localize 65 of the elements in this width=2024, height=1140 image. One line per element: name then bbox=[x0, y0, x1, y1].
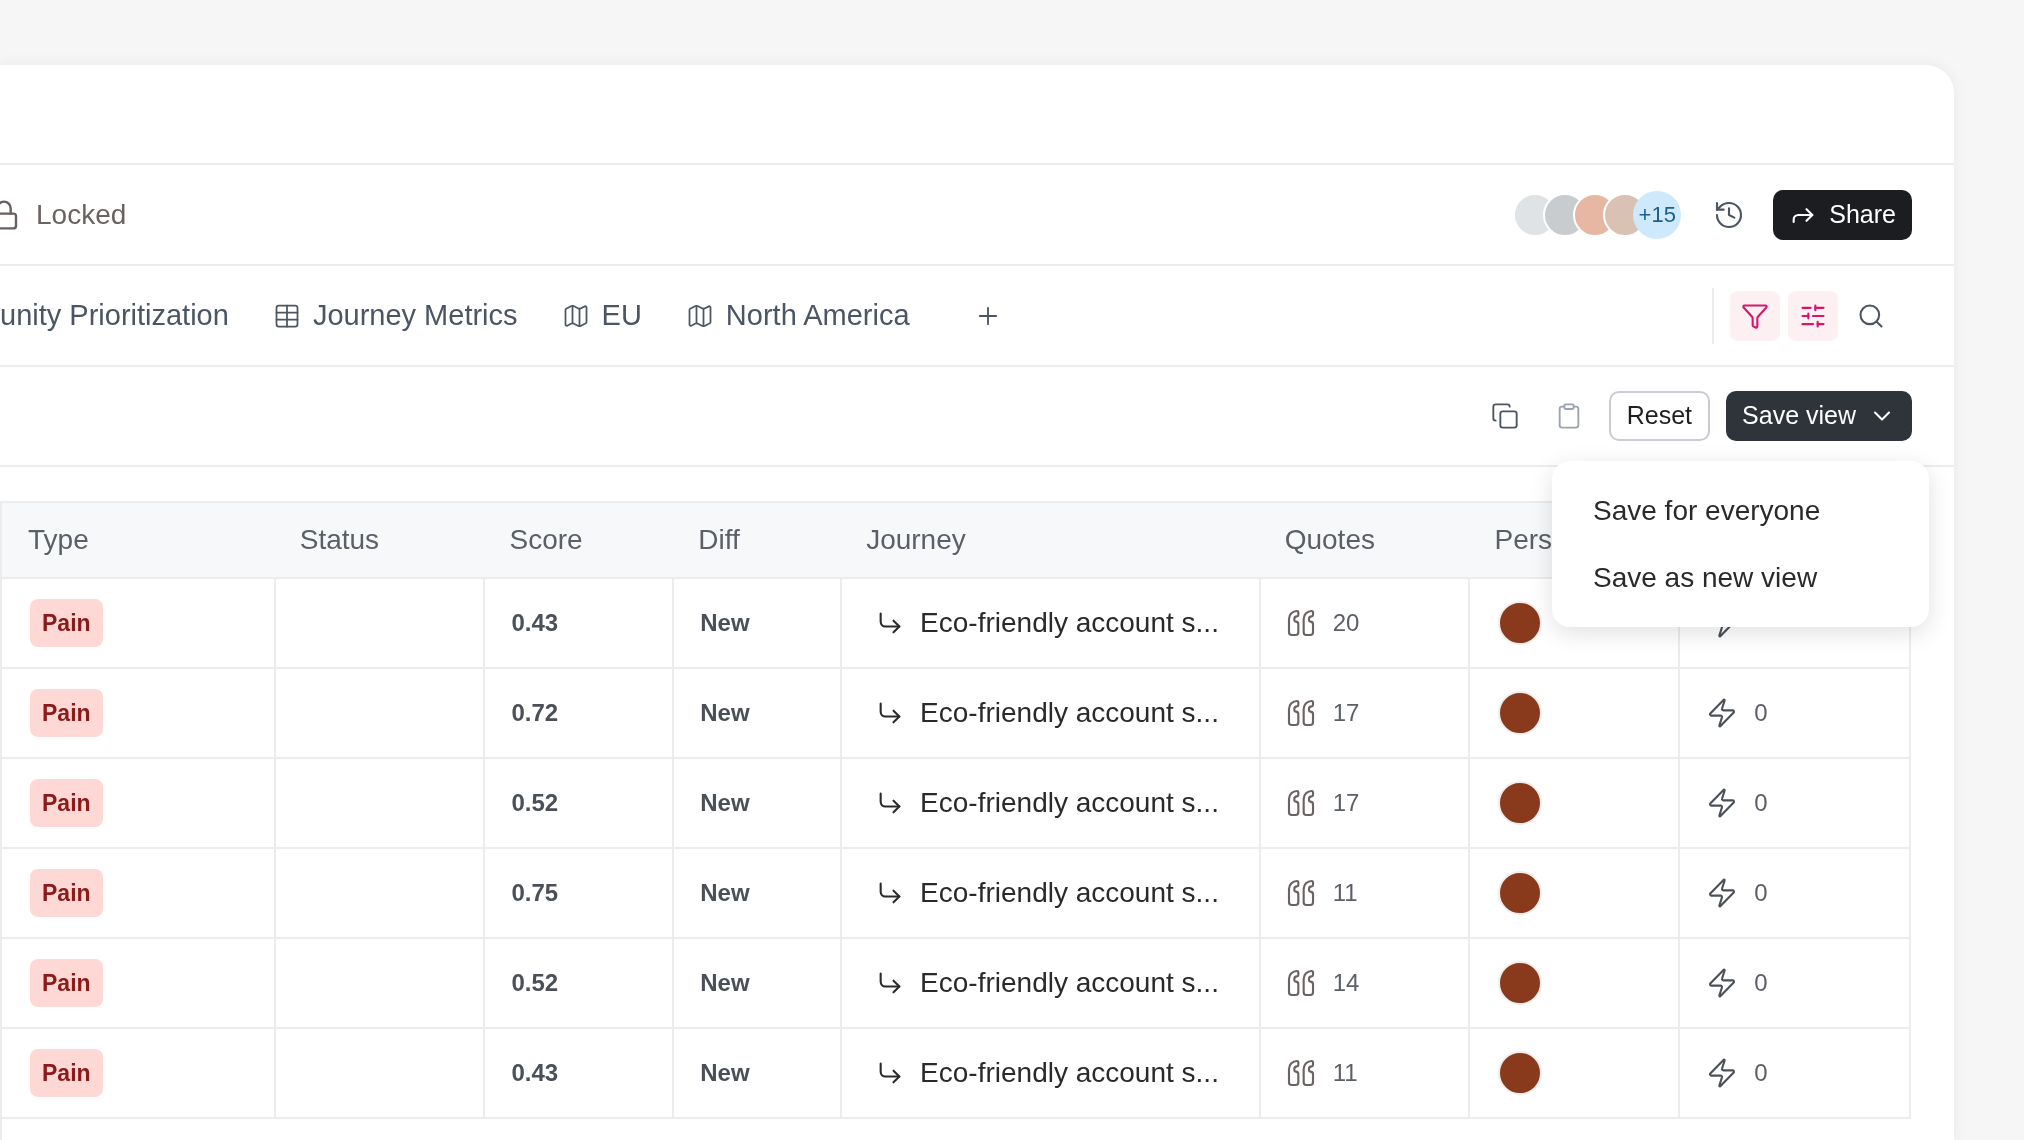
column-header: Diff bbox=[698, 523, 740, 557]
journey-link[interactable]: Eco-friendly account s... bbox=[920, 872, 1219, 914]
journey-link[interactable]: Eco-friendly account s... bbox=[920, 602, 1219, 644]
reaction-count: 0 bbox=[1754, 1058, 1768, 1088]
type-tag: Pain bbox=[30, 959, 103, 1007]
share-button[interactable]: Share bbox=[1773, 189, 1912, 240]
quote-count: 17 bbox=[1332, 698, 1360, 728]
menu-item[interactable]: Save for everyone bbox=[1552, 477, 1929, 544]
type-tag: Pain bbox=[30, 689, 103, 737]
score-cell-text: 0.72 bbox=[511, 698, 559, 728]
persona-avatar[interactable] bbox=[1498, 1051, 1543, 1095]
quote-count: 20 bbox=[1332, 608, 1360, 638]
quote-count: 14 bbox=[1332, 968, 1360, 998]
score-cell-text: 0.43 bbox=[511, 1058, 559, 1088]
column-header: Pers bbox=[1494, 523, 1553, 557]
diff-cell-text: New bbox=[700, 968, 750, 998]
score-cell-text: 0.75 bbox=[511, 878, 559, 908]
persona-avatar[interactable] bbox=[1498, 781, 1543, 825]
quote-count: 11 bbox=[1332, 878, 1358, 908]
score-cell-text: 0.43 bbox=[511, 608, 559, 638]
reset-button[interactable]: Reset bbox=[1608, 391, 1711, 441]
filter-icon bbox=[1741, 301, 1769, 330]
reaction-count: 0 bbox=[1754, 788, 1768, 818]
diff-cell-text: New bbox=[700, 878, 750, 908]
journey-link[interactable]: Eco-friendly account s... bbox=[920, 962, 1219, 1004]
menu-item[interactable]: Save as new view bbox=[1552, 544, 1929, 611]
persona-avatar[interactable] bbox=[1498, 871, 1543, 915]
sliders-icon bbox=[1799, 301, 1827, 330]
view-tab[interactable]: Journey Metrics bbox=[272, 293, 518, 338]
quote-count: 11 bbox=[1332, 1058, 1358, 1088]
journey-link[interactable]: Eco-friendly account s... bbox=[920, 782, 1219, 824]
column-header: Status bbox=[299, 523, 380, 557]
search-icon bbox=[1857, 301, 1885, 330]
view-tab[interactable]: EU bbox=[561, 293, 642, 338]
column-header: Quotes bbox=[1284, 523, 1375, 557]
journey-link[interactable]: Eco-friendly account s... bbox=[920, 692, 1219, 734]
view-tab[interactable]: North America bbox=[685, 293, 910, 338]
column-header: Score bbox=[509, 523, 583, 557]
type-tag: Pain bbox=[30, 599, 103, 647]
type-tag: Pain bbox=[30, 869, 103, 917]
diff-cell-text: New bbox=[700, 1058, 750, 1088]
diff-cell-text: New bbox=[700, 608, 750, 638]
sliders-button[interactable] bbox=[1788, 290, 1838, 341]
reaction-count: 0 bbox=[1754, 878, 1768, 908]
persona-avatar[interactable] bbox=[1498, 961, 1543, 1005]
lock-label: Locked bbox=[36, 197, 127, 232]
diff-cell-text: New bbox=[700, 698, 750, 728]
reaction-count: 0 bbox=[1754, 698, 1768, 728]
filter-button[interactable] bbox=[1730, 290, 1780, 341]
type-tag: Pain bbox=[30, 779, 103, 827]
score-cell-text: 0.52 bbox=[511, 968, 559, 998]
journey-link[interactable]: Eco-friendly account s... bbox=[920, 1052, 1219, 1094]
quote-count: 17 bbox=[1332, 788, 1360, 818]
column-header: Type bbox=[28, 523, 89, 557]
diff-cell-text: New bbox=[700, 788, 750, 818]
reaction-count: 0 bbox=[1754, 968, 1768, 998]
score-cell-text: 0.52 bbox=[511, 788, 559, 818]
collaborator-avatars[interactable]: +15 bbox=[1513, 190, 1682, 239]
type-tag: Pain bbox=[30, 1049, 103, 1097]
persona-avatar[interactable] bbox=[1498, 691, 1543, 735]
view-tab[interactable]: unity Prioritization bbox=[0, 293, 229, 338]
copy-icon bbox=[1490, 402, 1519, 430]
save-view-button[interactable]: Save view bbox=[1726, 391, 1912, 441]
persona-avatar[interactable] bbox=[1498, 601, 1543, 645]
column-header: Journey bbox=[866, 523, 966, 557]
